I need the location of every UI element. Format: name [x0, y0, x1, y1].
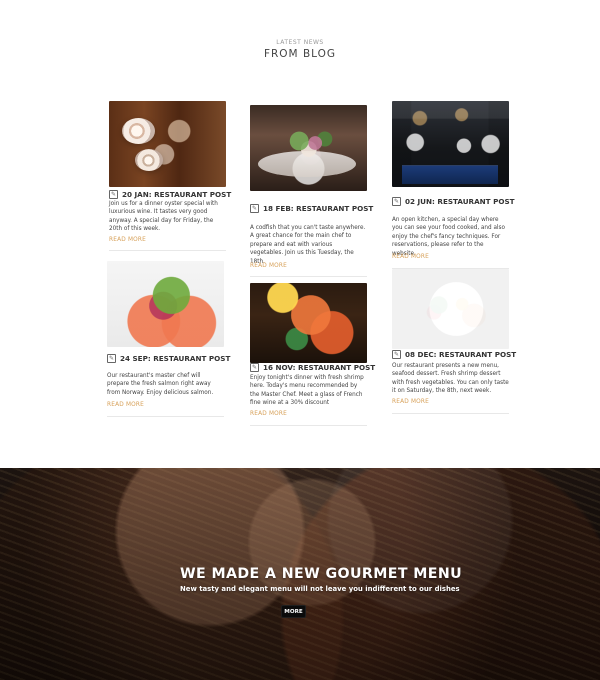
edit-icon: ✎: [250, 363, 259, 372]
post-meta: ✎ 16 NOV: RESTAURANT POST: [250, 363, 375, 372]
post-excerpt: Our restaurant's master chef will prepar…: [107, 373, 214, 396]
blog-title: FROM BLOG: [263, 48, 337, 60]
post-excerpt: An open kitchen, a special day where you…: [392, 217, 505, 257]
post-meta-text: 20 JAN: RESTAURANT POST: [122, 190, 232, 199]
post-excerpt: Our restaurant presents a new menu, seaf…: [392, 363, 509, 395]
blog-post-card: ✎ 20 JAN: RESTAURANT POST Join us for a …: [109, 101, 231, 251]
blog-post-card: ✎ 02 JUN: RESTAURANT POST An open kitche…: [392, 101, 515, 269]
post-meta-text: 16 NOV: RESTAURANT POST: [263, 363, 376, 372]
hero-title: WE MADE A NEW GOURMET MENU: [180, 566, 463, 582]
post-image[interactable]: [392, 101, 509, 187]
post-image[interactable]: [250, 283, 367, 363]
hero-subtitle: New tasty and elegant menu will not leav…: [180, 585, 460, 593]
blog-post-card: ✎ 18 FEB: RESTAURANT POST A codfish that…: [250, 105, 373, 277]
post-image[interactable]: [109, 101, 226, 187]
post-meta: ✎ 02 JUN: RESTAURANT POST: [392, 197, 515, 206]
blog-post-card: ✎ 16 NOV: RESTAURANT POST Enjoy tonight'…: [250, 283, 375, 427]
post-divider: [250, 425, 367, 426]
edit-icon: ✎: [250, 204, 259, 213]
blog-post-card: ✎ 08 DEC: RESTAURANT POST Our restaurant…: [392, 269, 516, 415]
read-more-link[interactable]: READ MORE: [250, 263, 287, 269]
post-meta-text: 02 JUN: RESTAURANT POST: [405, 197, 515, 206]
read-more-link[interactable]: READ MORE: [392, 254, 429, 260]
blog-post-card: ✎ 24 SEP: RESTAURANT POST Our restaurant…: [107, 261, 230, 417]
post-meta: ✎ 08 DEC: RESTAURANT POST: [392, 350, 516, 359]
read-more-link[interactable]: READ MORE: [392, 399, 429, 405]
post-excerpt: A codfish that you can't taste anywhere.…: [250, 225, 366, 265]
post-image[interactable]: [107, 261, 224, 347]
read-more-link[interactable]: READ MORE: [250, 411, 287, 417]
blog-kicker: LATEST NEWS: [276, 39, 324, 46]
post-meta: ✎ 24 SEP: RESTAURANT POST: [107, 354, 230, 363]
post-image[interactable]: [392, 269, 509, 349]
more-button[interactable]: MORE: [281, 605, 306, 618]
post-excerpt: Join us for a dinner oyster special with…: [109, 201, 218, 233]
blog-header: LATEST NEWS FROM BLOG: [0, 0, 600, 100]
post-divider: [392, 413, 509, 414]
post-meta-text: 24 SEP: RESTAURANT POST: [120, 354, 231, 363]
post-divider: [109, 250, 226, 251]
post-excerpt: Enjoy tonight's dinner with fresh shrimp…: [250, 375, 364, 407]
edit-icon: ✎: [392, 350, 401, 359]
edit-icon: ✎: [109, 190, 118, 199]
post-divider: [250, 276, 367, 277]
post-meta-text: 08 DEC: RESTAURANT POST: [405, 350, 517, 359]
edit-icon: ✎: [107, 354, 116, 363]
read-more-link[interactable]: READ MORE: [107, 402, 144, 408]
post-image[interactable]: [250, 105, 367, 191]
post-divider: [107, 416, 224, 417]
post-meta: ✎ 18 FEB: RESTAURANT POST: [250, 204, 373, 213]
read-more-link[interactable]: READ MORE: [109, 237, 146, 243]
post-meta: ✎ 20 JAN: RESTAURANT POST: [109, 190, 231, 199]
post-meta-text: 18 FEB: RESTAURANT POST: [263, 204, 374, 213]
edit-icon: ✎: [392, 197, 401, 206]
